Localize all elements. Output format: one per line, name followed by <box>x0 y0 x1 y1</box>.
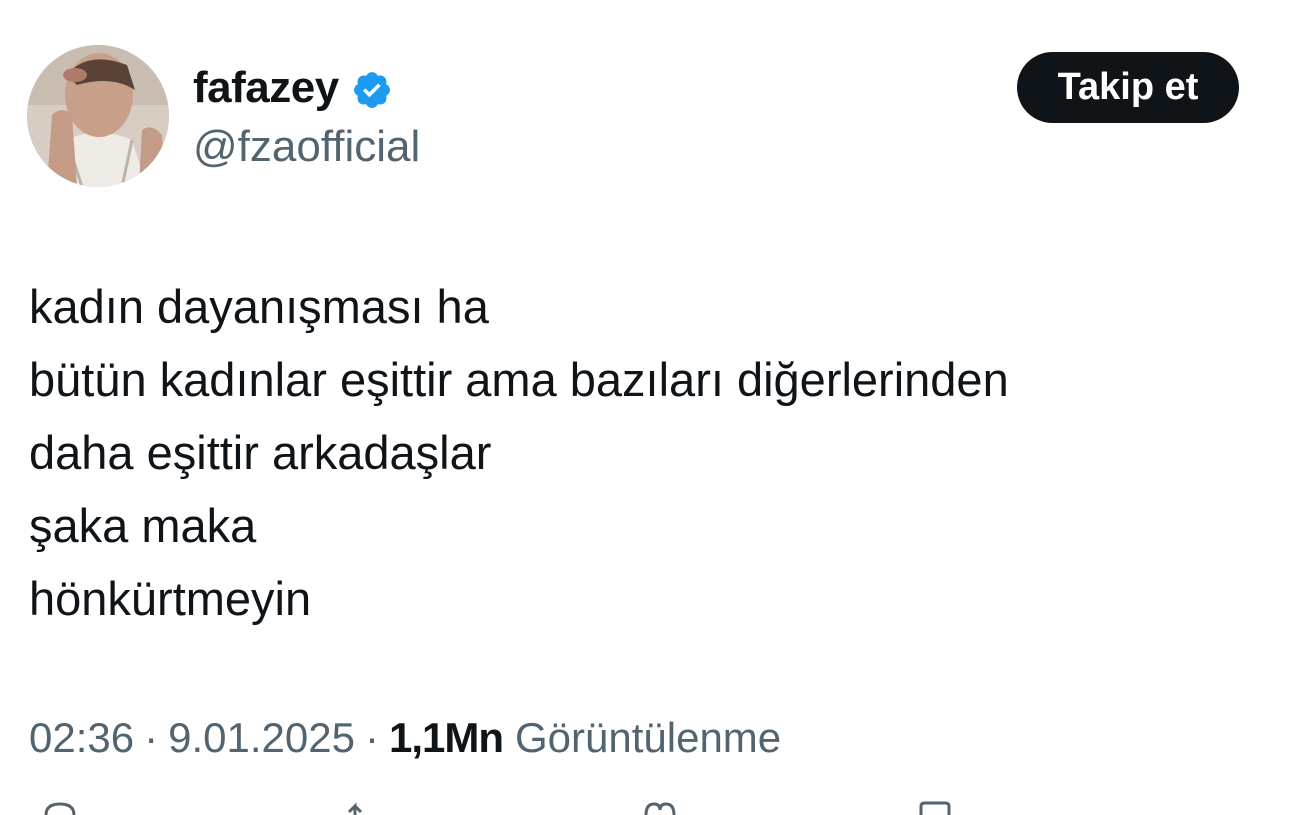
tweet-line: kadın dayanışması ha <box>29 280 489 333</box>
tweet-time[interactable]: 02:36 <box>29 714 134 762</box>
verified-badge-icon <box>351 65 393 111</box>
views-count: 1,1Mn <box>388 714 504 761</box>
tweet-text: kadın dayanışması ha bütün kadınlar eşit… <box>29 270 1259 635</box>
reply-icon[interactable] <box>40 800 80 815</box>
like-icon[interactable] <box>640 800 680 815</box>
meta-separator: · <box>364 714 379 761</box>
meta-separator: · <box>144 714 159 761</box>
display-name[interactable]: fafazey <box>193 63 339 113</box>
tweet-line: daha eşittir arkadaşlar <box>29 426 492 479</box>
tweet-line: şaka maka <box>29 499 257 552</box>
tweet-date[interactable]: 9.01.2025 <box>168 714 355 762</box>
author-handle[interactable]: @fzaofficial <box>193 122 420 172</box>
retweet-icon[interactable] <box>345 800 385 815</box>
tweet-line: hönkürtmeyin <box>29 572 312 625</box>
bookmark-icon[interactable] <box>915 800 955 815</box>
tweet-line: bütün kadınlar eşittir ama bazıları diğe… <box>29 353 1009 406</box>
views-label: Görüntülenme <box>515 714 782 761</box>
avatar[interactable] <box>27 45 169 187</box>
author-name-row: fafazey <box>193 62 393 114</box>
follow-button[interactable]: Takip et <box>1017 52 1239 123</box>
tweet-meta: 02:36 · 9.01.2025 · 1,1Mn Görüntülenme <box>29 708 781 768</box>
tweet-actions-bar <box>0 800 1290 815</box>
